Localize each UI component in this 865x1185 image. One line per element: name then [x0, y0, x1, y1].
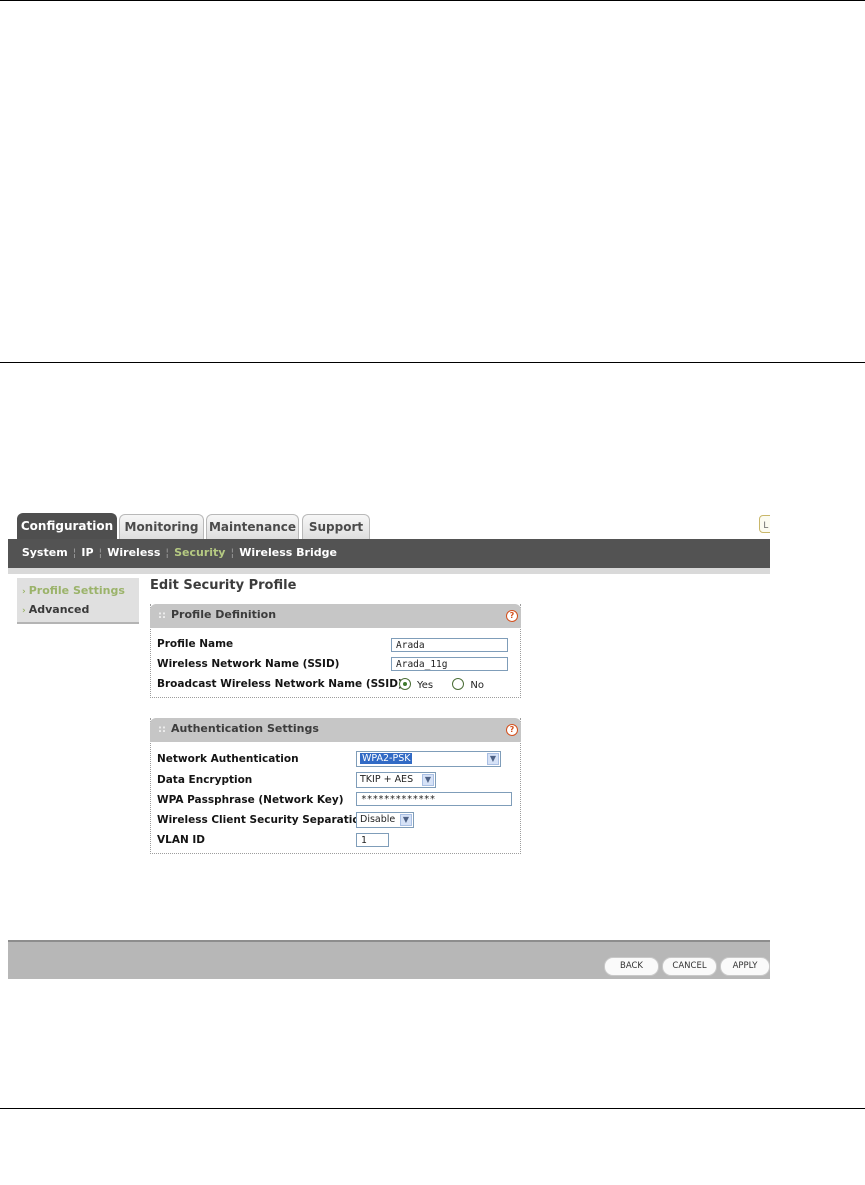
subnav-separator: ¦ — [165, 546, 170, 559]
select-value: WPA2-PSK — [360, 753, 413, 764]
footer-bar: BACK CANCEL APPLY — [8, 940, 770, 979]
broadcast-ssid-label: Broadcast Wireless Network Name (SSID) — [157, 678, 403, 690]
subnav-separator: ¦ — [230, 546, 235, 559]
tab-configuration[interactable]: Configuration — [17, 513, 117, 539]
vlan-id-input[interactable] — [356, 833, 389, 847]
ssid-input[interactable] — [391, 657, 508, 671]
profile-name-input[interactable] — [391, 638, 508, 652]
vlan-id-label: VLAN ID — [157, 834, 206, 846]
wpa-passphrase-label: WPA Passphrase (Network Key) — [157, 794, 344, 806]
sub-navigation: System ¦ IP ¦ Wireless ¦ Security ¦ Wireless Bri… — [8, 539, 770, 568]
cancel-button[interactable]: CANCEL — [662, 957, 717, 976]
chevron-right-icon: › — [22, 606, 26, 616]
network-authentication-label: Network Authentication — [157, 753, 299, 765]
subnav-shadow-band — [8, 568, 770, 574]
tab-support[interactable]: Support — [302, 514, 370, 539]
subnav-security[interactable]: Security — [174, 539, 225, 567]
subnav-system[interactable]: System — [22, 539, 68, 567]
top-border-line — [0, 0, 865, 1]
subnav-wireless[interactable]: Wireless — [107, 539, 160, 567]
network-authentication-select[interactable]: WPA2-PSK ▼ — [356, 751, 501, 767]
chevron-right-icon: › — [22, 587, 26, 597]
sidebar-item-profile-settings[interactable]: › Profile Settings — [22, 583, 125, 599]
select-value: TKIP + AES — [360, 774, 414, 785]
subnav-wireless-bridge[interactable]: Wireless Bridge — [239, 539, 337, 567]
broadcast-yes-radio[interactable] — [399, 678, 411, 690]
wpa-passphrase-input[interactable] — [356, 792, 512, 806]
client-separation-select[interactable]: Disable ▼ — [356, 812, 414, 828]
select-value: Disable — [360, 814, 396, 825]
sidebar-item-advanced[interactable]: › Advanced — [22, 602, 89, 618]
radio-label-no: No — [470, 680, 484, 691]
help-icon[interactable]: ? — [506, 610, 518, 622]
profile-definition-panel: ::Profile Definition ? Profile Name Wire… — [150, 604, 521, 698]
section-divider-line — [0, 362, 865, 363]
panel-header: :: Authentication Settings ? — [150, 718, 521, 742]
profile-name-label: Profile Name — [157, 638, 234, 650]
logout-button[interactable]: L — [759, 515, 770, 533]
radio-label-yes: Yes — [417, 680, 434, 691]
drag-grip-icon: :: — [158, 610, 166, 621]
sidebar-item-label: Advanced — [28, 603, 90, 616]
client-separation-label: Wireless Client Security Separation — [157, 814, 368, 826]
chevron-down-icon: ▼ — [400, 814, 412, 826]
data-encryption-select[interactable]: TKIP + AES ▼ — [356, 772, 436, 788]
drag-grip-icon: :: — [158, 724, 166, 735]
subnav-ip[interactable]: IP — [81, 539, 93, 567]
page-title: Edit Security Profile — [150, 578, 297, 593]
help-icon[interactable]: ? — [506, 724, 518, 736]
main-tab-bar: Configuration Monitoring Maintenance Sup… — [8, 512, 770, 539]
broadcast-ssid-radio-group: Yes No — [399, 678, 500, 691]
bottom-divider-line — [0, 1108, 865, 1109]
subnav-separator: ¦ — [98, 546, 103, 559]
back-button[interactable]: BACK — [604, 957, 659, 976]
sidebar: › Profile Settings › Advanced — [17, 578, 139, 624]
ssid-label: Wireless Network Name (SSID) — [157, 658, 340, 670]
tab-maintenance[interactable]: Maintenance — [206, 514, 299, 539]
data-encryption-label: Data Encryption — [157, 774, 253, 786]
chevron-down-icon: ▼ — [422, 774, 434, 786]
panel-title: Authentication Settings — [171, 722, 319, 735]
chevron-down-icon: ▼ — [487, 753, 499, 765]
router-config-screenshot: Configuration Monitoring Maintenance Sup… — [8, 512, 770, 979]
apply-button[interactable]: APPLY — [720, 957, 770, 976]
panel-title: Profile Definition — [171, 608, 277, 621]
sidebar-item-label: Profile Settings — [28, 584, 125, 597]
panel-header: :: Profile Definition ? — [150, 604, 521, 628]
tab-monitoring[interactable]: Monitoring — [119, 514, 204, 539]
authentication-settings-panel: :: Authentication Settings ? Network Auth… — [150, 718, 521, 854]
subnav-separator: ¦ — [72, 546, 77, 559]
broadcast-no-radio[interactable] — [452, 678, 465, 690]
